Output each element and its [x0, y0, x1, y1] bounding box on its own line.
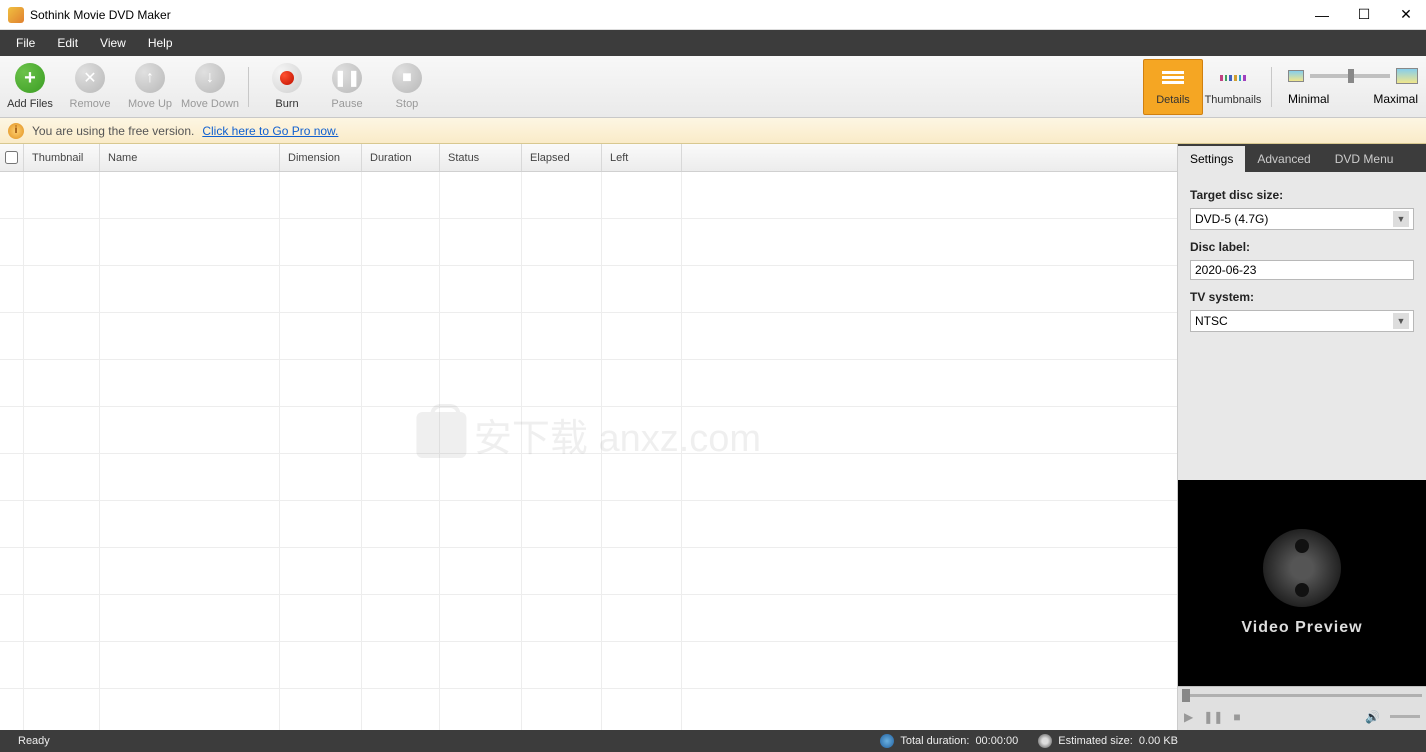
burn-button[interactable]: Burn — [257, 59, 317, 115]
go-pro-link[interactable]: Click here to Go Pro now. — [202, 124, 338, 138]
grid-icon — [1220, 68, 1246, 88]
tv-system-label: TV system: — [1190, 290, 1414, 304]
landscape-small-icon — [1288, 70, 1304, 82]
target-disc-select[interactable]: DVD-5 (4.7G) ▼ — [1190, 208, 1414, 230]
move-down-button[interactable]: ↓ Move Down — [180, 59, 240, 115]
landscape-large-icon — [1396, 68, 1418, 84]
header-thumbnail[interactable]: Thumbnail — [24, 144, 100, 171]
move-up-button[interactable]: ↑ Move Up — [120, 59, 180, 115]
zoom-slider-group — [1280, 68, 1426, 84]
list-icon — [1160, 68, 1186, 88]
titlebar: Sothink Movie DVD Maker — ☐ ✕ — [0, 0, 1426, 30]
play-icon[interactable]: ▶ — [1184, 710, 1193, 724]
tab-advanced[interactable]: Advanced — [1245, 146, 1322, 172]
disc-label-label: Disc label: — [1190, 240, 1414, 254]
view-thumbnails-button[interactable]: Thumbnails — [1203, 59, 1263, 115]
toolbar-separator — [248, 67, 249, 107]
side-tabs: Settings Advanced DVD Menu — [1178, 144, 1426, 172]
pause-icon[interactable]: ❚❚ — [1203, 710, 1223, 724]
header-name[interactable]: Name — [100, 144, 280, 171]
disc-label-value: 2020-06-23 — [1195, 263, 1256, 277]
maximize-button[interactable]: ☐ — [1352, 6, 1376, 23]
volume-slider[interactable] — [1390, 715, 1420, 718]
estimated-size-label: Estimated size: — [1058, 735, 1133, 747]
preview-controls: ▶ ❚❚ ■ 🔊 — [1178, 686, 1426, 730]
globe-icon — [880, 734, 894, 748]
disc-icon — [1038, 734, 1052, 748]
header-dimension[interactable]: Dimension — [280, 144, 362, 171]
target-disc-label: Target disc size: — [1190, 188, 1414, 202]
menubar: File Edit View Help — [0, 30, 1426, 56]
arrow-up-icon: ↑ — [135, 63, 165, 93]
status-ready: Ready — [8, 735, 60, 747]
estimated-size-value: 0.00 KB — [1139, 735, 1178, 747]
total-duration-value: 00:00:00 — [975, 735, 1018, 747]
tab-settings[interactable]: Settings — [1178, 146, 1245, 172]
header-elapsed[interactable]: Elapsed — [522, 144, 602, 171]
stop-icon: ■ — [392, 63, 422, 93]
stop-button[interactable]: ■ Stop — [377, 59, 437, 115]
remove-icon: ✕ — [75, 63, 105, 93]
pause-button[interactable]: ❚❚ Pause — [317, 59, 377, 115]
close-button[interactable]: ✕ — [1394, 6, 1418, 23]
side-panel: Settings Advanced DVD Menu Target disc s… — [1178, 144, 1426, 730]
pause-icon: ❚❚ — [332, 63, 362, 93]
add-icon — [15, 63, 45, 93]
chevron-down-icon: ▼ — [1393, 313, 1409, 329]
minimize-button[interactable]: — — [1310, 7, 1334, 23]
info-message: You are using the free version. — [32, 124, 194, 138]
menu-help[interactable]: Help — [138, 32, 183, 54]
status-bar: Ready Total duration: 00:00:00 Estimated… — [0, 730, 1426, 752]
header-duration[interactable]: Duration — [362, 144, 440, 171]
stop-icon[interactable]: ■ — [1233, 710, 1240, 724]
target-disc-value: DVD-5 (4.7G) — [1195, 212, 1268, 226]
tv-system-value: NTSC — [1195, 314, 1228, 328]
view-details-button[interactable]: Details — [1143, 59, 1203, 115]
disc-label-input[interactable]: 2020-06-23 — [1190, 260, 1414, 280]
file-table: Thumbnail Name Dimension Duration Status… — [0, 144, 1178, 730]
tv-system-select[interactable]: NTSC ▼ — [1190, 310, 1414, 332]
menu-edit[interactable]: Edit — [47, 32, 88, 54]
video-preview: Video Preview — [1178, 480, 1426, 686]
arrow-down-icon: ↓ — [195, 63, 225, 93]
zoom-max-label: Maximal — [1373, 92, 1418, 106]
select-all-checkbox[interactable] — [5, 151, 18, 164]
seek-bar[interactable] — [1178, 687, 1426, 703]
preview-label: Video Preview — [1241, 619, 1362, 637]
film-reel-icon — [1263, 529, 1341, 607]
info-bar: i You are using the free version. Click … — [0, 118, 1426, 144]
remove-button[interactable]: ✕ Remove — [60, 59, 120, 115]
zoom-min-label: Minimal — [1288, 92, 1329, 106]
window-title: Sothink Movie DVD Maker — [30, 8, 1310, 22]
total-duration-label: Total duration: — [900, 735, 969, 747]
app-icon — [8, 7, 24, 23]
header-checkbox[interactable] — [0, 144, 24, 171]
header-left[interactable]: Left — [602, 144, 682, 171]
menu-view[interactable]: View — [90, 32, 136, 54]
toolbar: Add Files ✕ Remove ↑ Move Up ↓ Move Down… — [0, 56, 1426, 118]
zoom-slider[interactable] — [1310, 74, 1390, 78]
header-status[interactable]: Status — [440, 144, 522, 171]
toolbar-separator — [1271, 67, 1272, 107]
table-body: 安下载 anxz.com — [0, 172, 1177, 730]
tab-dvd-menu[interactable]: DVD Menu — [1323, 146, 1406, 172]
chevron-down-icon: ▼ — [1393, 211, 1409, 227]
menu-file[interactable]: File — [6, 32, 45, 54]
table-header: Thumbnail Name Dimension Duration Status… — [0, 144, 1177, 172]
record-icon — [272, 63, 302, 93]
info-icon: i — [8, 123, 24, 139]
add-files-button[interactable]: Add Files — [0, 59, 60, 115]
volume-icon[interactable]: 🔊 — [1365, 710, 1380, 724]
